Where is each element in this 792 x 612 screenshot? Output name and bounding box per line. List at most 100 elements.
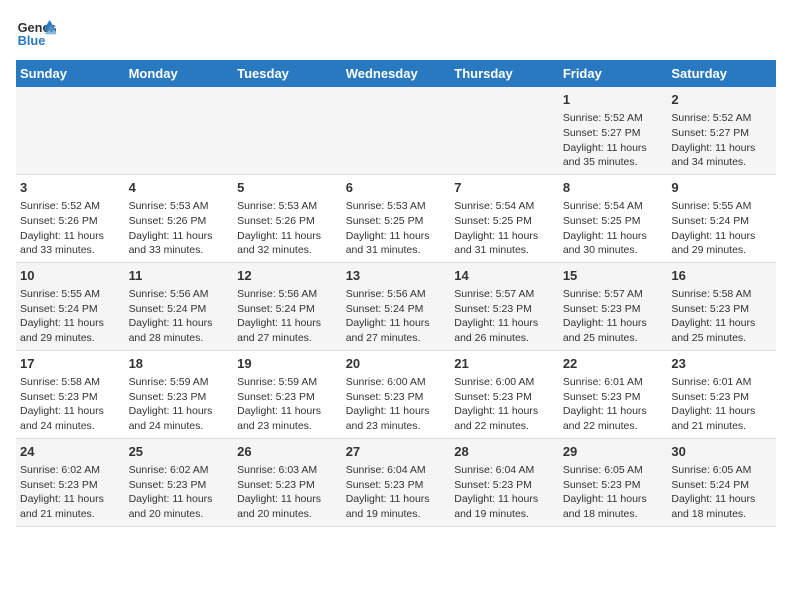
day-info: Sunset: 5:23 PM [454, 302, 555, 317]
day-info: Daylight: 11 hours and 28 minutes. [129, 316, 230, 345]
day-number: 21 [454, 355, 555, 373]
day-info: Sunset: 5:23 PM [20, 478, 121, 493]
calendar-cell: 26 Sunrise: 6:03 AMSunset: 5:23 PMDayligh… [233, 438, 342, 526]
day-info: Daylight: 11 hours and 23 minutes. [237, 404, 338, 433]
calendar-cell: 25Sunrise: 6:02 AMSunset: 5:23 PMDayligh… [125, 438, 234, 526]
day-info: Sunset: 5:23 PM [237, 478, 338, 493]
day-info: Sunset: 5:23 PM [237, 390, 338, 405]
day-info: Sunrise: 5:56 AM [237, 287, 338, 302]
day-info: Sunset: 5:25 PM [346, 214, 447, 229]
weekday-header-thursday: Thursday [450, 60, 559, 87]
day-info: Daylight: 11 hours and 25 minutes. [671, 316, 772, 345]
day-info: Daylight: 11 hours and 19 minutes. [454, 492, 555, 521]
calendar-table: SundayMondayTuesdayWednesdayThursdayFrid… [16, 60, 776, 527]
weekday-header-tuesday: Tuesday [233, 60, 342, 87]
calendar-cell: 17Sunrise: 5:58 AMSunset: 5:23 PMDayligh… [16, 350, 125, 438]
day-number: 3 [20, 179, 121, 197]
calendar-cell: 5Sunrise: 5:53 AMSunset: 5:26 PMDaylight… [233, 174, 342, 262]
day-info: Daylight: 11 hours and 29 minutes. [20, 316, 121, 345]
day-info: Daylight: 11 hours and 27 minutes. [237, 316, 338, 345]
day-info: Daylight: 11 hours and 24 minutes. [129, 404, 230, 433]
day-info: Sunrise: 5:53 AM [129, 199, 230, 214]
day-info: Daylight: 11 hours and 33 minutes. [129, 229, 230, 258]
day-number: 26 [237, 443, 338, 461]
day-info: Sunset: 5:23 PM [20, 390, 121, 405]
day-info: Sunset: 5:23 PM [563, 478, 664, 493]
day-info: Sunset: 5:24 PM [237, 302, 338, 317]
day-info: Daylight: 11 hours and 31 minutes. [346, 229, 447, 258]
calendar-cell: 1Sunrise: 5:52 AMSunset: 5:27 PMDaylight… [559, 87, 668, 174]
calendar-week-2: 3Sunrise: 5:52 AMSunset: 5:26 PMDaylight… [16, 174, 776, 262]
calendar-cell: 20Sunrise: 6:00 AMSunset: 5:23 PMDayligh… [342, 350, 451, 438]
day-info: Sunset: 5:24 PM [20, 302, 121, 317]
calendar-cell: 14Sunrise: 5:57 AMSunset: 5:23 PMDayligh… [450, 262, 559, 350]
day-info: Sunset: 5:23 PM [563, 302, 664, 317]
day-number: 19 [237, 355, 338, 373]
calendar-cell: 8Sunrise: 5:54 AMSunset: 5:25 PMDaylight… [559, 174, 668, 262]
day-info: Sunrise: 5:54 AM [454, 199, 555, 214]
day-info: Daylight: 11 hours and 35 minutes. [563, 141, 664, 170]
day-info: Daylight: 11 hours and 20 minutes. [237, 492, 338, 521]
day-info: Daylight: 11 hours and 30 minutes. [563, 229, 664, 258]
day-info: Daylight: 11 hours and 33 minutes. [20, 229, 121, 258]
day-number: 25 [129, 443, 230, 461]
day-info: Sunset: 5:24 PM [129, 302, 230, 317]
day-info: Sunrise: 5:59 AM [237, 375, 338, 390]
day-info: Sunrise: 6:03 AM [237, 463, 338, 478]
svg-text:Blue: Blue [18, 33, 46, 48]
calendar-cell: 2Sunrise: 5:52 AMSunset: 5:27 PMDaylight… [667, 87, 776, 174]
calendar-week-4: 17Sunrise: 5:58 AMSunset: 5:23 PMDayligh… [16, 350, 776, 438]
calendar-cell: 21Sunrise: 6:00 AMSunset: 5:23 PMDayligh… [450, 350, 559, 438]
day-info: Sunset: 5:23 PM [454, 390, 555, 405]
calendar-cell: 27Sunrise: 6:04 AMSunset: 5:23 PMDayligh… [342, 438, 451, 526]
day-info: Sunrise: 6:00 AM [346, 375, 447, 390]
day-info: Sunrise: 5:57 AM [454, 287, 555, 302]
weekday-header-saturday: Saturday [667, 60, 776, 87]
calendar-cell: 6Sunrise: 5:53 AMSunset: 5:25 PMDaylight… [342, 174, 451, 262]
day-number: 15 [563, 267, 664, 285]
calendar-cell: 7Sunrise: 5:54 AMSunset: 5:25 PMDaylight… [450, 174, 559, 262]
day-info: Sunrise: 5:52 AM [20, 199, 121, 214]
day-number: 11 [129, 267, 230, 285]
calendar-cell: 24 Sunrise: 6:02 AMSunset: 5:23 PMDayligh… [16, 438, 125, 526]
day-number: 24 [20, 443, 121, 461]
day-number: 4 [129, 179, 230, 197]
calendar-week-1: 1Sunrise: 5:52 AMSunset: 5:27 PMDaylight… [16, 87, 776, 174]
day-info: Sunrise: 5:52 AM [563, 111, 664, 126]
day-info: Daylight: 11 hours and 25 minutes. [563, 316, 664, 345]
day-info: Sunrise: 5:56 AM [129, 287, 230, 302]
day-info: Sunrise: 5:52 AM [671, 111, 772, 126]
calendar-week-3: 10Sunrise: 5:55 AMSunset: 5:24 PMDayligh… [16, 262, 776, 350]
day-info: Daylight: 11 hours and 22 minutes. [454, 404, 555, 433]
day-info: Sunrise: 6:04 AM [346, 463, 447, 478]
calendar-cell: 13Sunrise: 5:56 AMSunset: 5:24 PMDayligh… [342, 262, 451, 350]
weekday-header-row: SundayMondayTuesdayWednesdayThursdayFrid… [16, 60, 776, 87]
day-info: Sunrise: 6:02 AM [20, 463, 121, 478]
day-info: Sunset: 5:23 PM [346, 478, 447, 493]
calendar-cell: 19 Sunrise: 5:59 AMSunset: 5:23 PMDayligh… [233, 350, 342, 438]
day-number: 5 [237, 179, 338, 197]
day-info: Sunset: 5:23 PM [671, 302, 772, 317]
day-info: Daylight: 11 hours and 26 minutes. [454, 316, 555, 345]
day-info: Sunset: 5:23 PM [346, 390, 447, 405]
day-info: Daylight: 11 hours and 23 minutes. [346, 404, 447, 433]
day-info: Sunrise: 5:55 AM [20, 287, 121, 302]
day-info: Daylight: 11 hours and 24 minutes. [20, 404, 121, 433]
calendar-cell: 22Sunrise: 6:01 AMSunset: 5:23 PMDayligh… [559, 350, 668, 438]
day-info: Sunset: 5:27 PM [671, 126, 772, 141]
day-number: 29 [563, 443, 664, 461]
day-info: Sunrise: 5:53 AM [237, 199, 338, 214]
day-number: 8 [563, 179, 664, 197]
calendar-cell: 11 Sunrise: 5:56 AMSunset: 5:24 PMDayligh… [125, 262, 234, 350]
header: General Blue [16, 16, 776, 52]
weekday-header-sunday: Sunday [16, 60, 125, 87]
day-info: Daylight: 11 hours and 21 minutes. [20, 492, 121, 521]
day-number: 9 [671, 179, 772, 197]
day-number: 13 [346, 267, 447, 285]
day-number: 30 [671, 443, 772, 461]
day-info: Sunrise: 5:54 AM [563, 199, 664, 214]
weekday-header-friday: Friday [559, 60, 668, 87]
day-info: Daylight: 11 hours and 19 minutes. [346, 492, 447, 521]
day-number: 7 [454, 179, 555, 197]
day-info: Daylight: 11 hours and 22 minutes. [563, 404, 664, 433]
